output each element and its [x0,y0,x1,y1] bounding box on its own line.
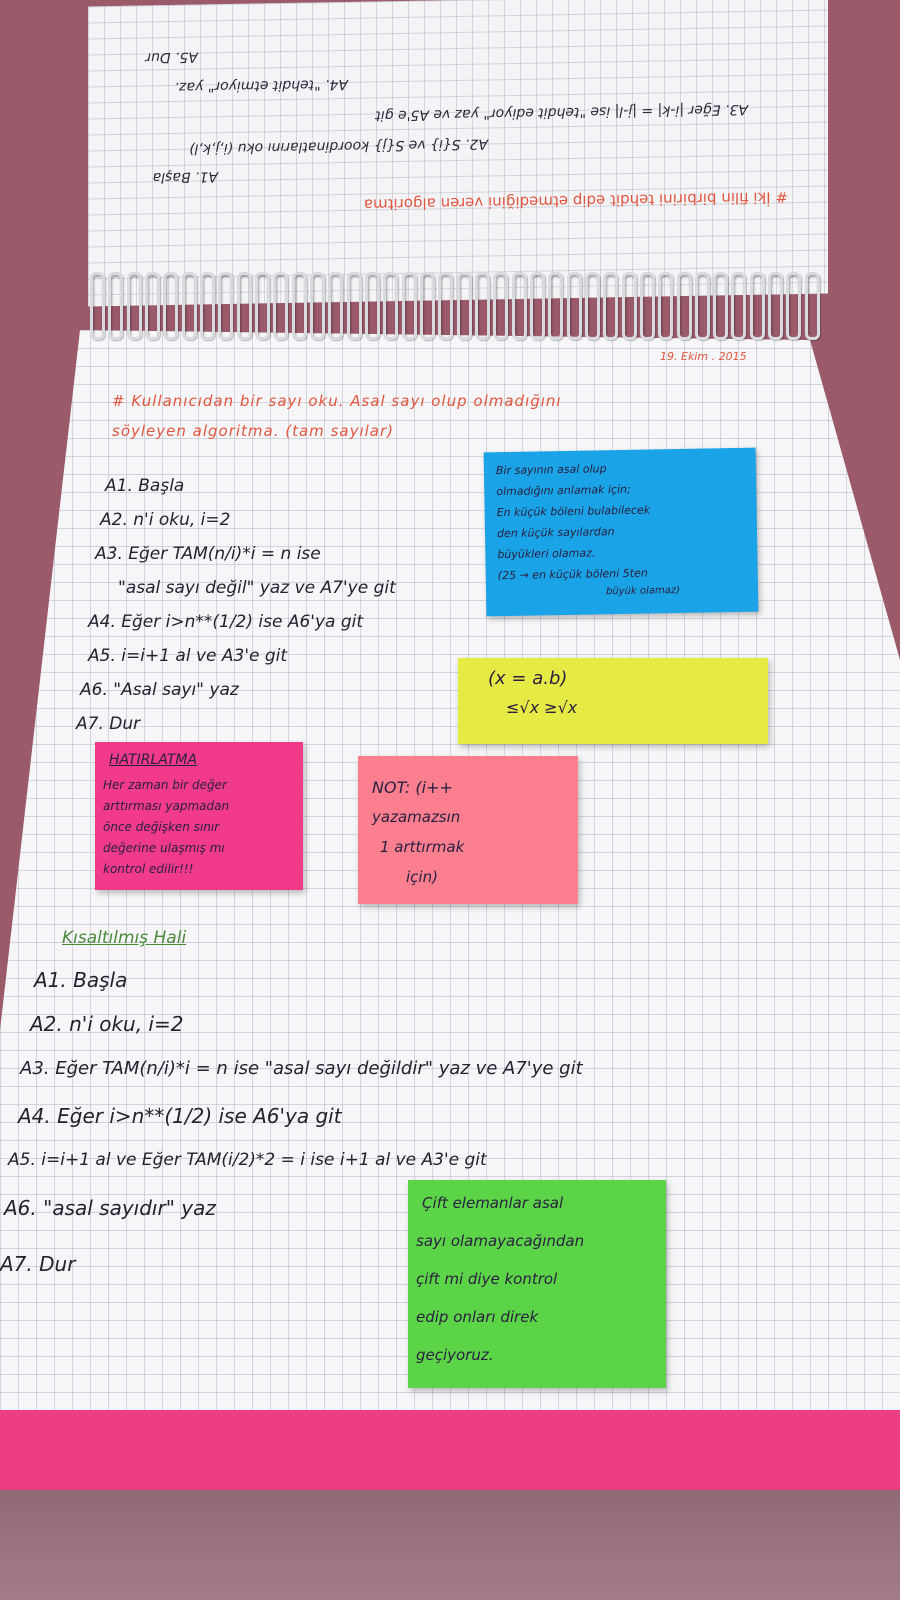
algo2-step-6: A6. "asal sayıdır" yaz [4,1196,216,1220]
heading-line-2: söyleyen algoritma. (tam sayılar) [112,422,394,440]
spiral-ring [603,272,619,340]
blue-note-line: (25 → en küçük böleni 5ten [497,566,648,583]
spiral-ring [309,272,325,340]
algo1-step-6: A6. "Asal sayı" yaz [80,680,239,700]
background-fabric [0,1490,900,1600]
green-sticky-note: Çift elemanlar asal sayı olamayacağından… [408,1180,666,1388]
yellow-note-line-1: (x = a.b) [488,668,568,689]
salmon-note-line: yazamazsın [372,808,461,826]
spiral-ring [511,272,527,340]
spiral-ring [328,272,344,340]
date-label: 19. Ekim . 2015 [660,350,747,363]
spiral-ring [236,272,252,340]
blue-sticky-note: Bir sayının asal olup olmadığını anlamak… [483,447,759,617]
pink-note-line: arttırması yapmadan [103,799,230,813]
spiral-ring [199,272,215,340]
upside-down-content: # İki filin birbirini tehdit edip etmedi… [88,0,828,306]
pink-note-line: Her zaman bir değer [103,778,227,792]
spiral-ring [419,272,435,340]
spiral-ring [163,272,179,340]
upper-line-2: A2. S{i} ve S{j} koordinatlarını oku (i,… [189,135,488,157]
pink-note-line: önce değişken sınır [103,820,220,834]
blue-note-line: den küçük sayılardan [496,525,615,541]
spiral-ring [749,272,765,340]
spiral-ring [529,272,545,340]
spiral-ring [548,272,564,340]
notebook-cover-band [0,1410,900,1490]
upper-line-3: A3. Eğer |i-k| = |j-l| ise "tehdit ediyo… [375,100,748,124]
spiral-ring [658,272,674,340]
spiral-ring [144,272,160,340]
spiral-ring [401,272,417,340]
spiral-ring [768,272,784,340]
spiral-ring [364,272,380,340]
blue-note-line: büyük olamaz) [605,584,681,598]
spiral-ring [676,272,692,340]
spiral-ring [126,272,142,340]
blue-note-line: Bir sayının asal olup [495,462,607,478]
heading-line-1: # Kullanıcıdan bir sayı oku. Asal sayı o… [112,392,562,410]
spiral-ring [383,272,399,340]
upper-page-title: # İki filin birbirini tehdit edip etmedi… [363,188,788,214]
yellow-sticky-note: (x = a.b) ≤√x ≥√x [458,658,768,744]
pink-note-line: değerine ulaşmış mı [103,841,225,855]
salmon-note-line: için) [406,868,438,886]
upper-line-5: A5. Dur [145,48,198,66]
upper-line-1: A1. Başla [152,168,218,186]
spiral-ring [731,272,747,340]
green-note-line: Çift elemanlar asal [422,1194,564,1212]
algo2-step-1: A1. Başla [34,968,128,992]
algo2-step-7: A7. Dur [0,1252,76,1276]
green-note-line: geçiyoruz. [416,1346,494,1364]
spiral-ring [584,272,600,340]
spiral-ring [694,272,710,340]
green-note-line: çift mi diye kontrol [416,1270,558,1288]
algo1-step-3: A3. Eğer TAM(n/i)*i = n ise [95,544,321,564]
spiral-ring [713,272,729,340]
spiral-binding [80,272,830,342]
spiral-ring [474,272,490,340]
spiral-ring [786,272,802,340]
pink-sticky-note: HATIRLATMA Her zaman bir değer arttırmas… [95,742,303,890]
spiral-ring [346,272,362,340]
algo1-step-4: A4. Eğer i>n**(1/2) ise A6'ya git [88,612,364,632]
spiral-ring [181,272,197,340]
salmon-note-line: 1 arttırmak [380,838,465,856]
algo2-step-2: A2. n'i oku, i=2 [30,1012,184,1036]
spiral-ring [218,272,234,340]
spiral-ring [566,272,582,340]
spiral-ring [438,272,454,340]
algo2-step-5: A5. i=i+1 al ve Eğer TAM(i/2)*2 = i ise … [8,1150,487,1170]
pink-note-line: kontrol edilir!!! [103,862,194,876]
salmon-note-line: NOT: (i++ [372,778,453,797]
algo1-step-2: A2. n'i oku, i=2 [100,510,231,530]
spiral-ring [804,272,820,340]
algo1-step-5: A5. i=i+1 al ve A3'e git [88,646,288,666]
spiral-ring [291,272,307,340]
spiral-ring [456,272,472,340]
short-version-title: Kısaltılmış Hali [62,928,187,948]
green-note-line: edip onları direk [416,1308,539,1326]
pink-note-title: HATIRLATMA [109,752,198,768]
algo2-step-4: A4. Eğer i>n**(1/2) ise A6'ya git [18,1104,342,1128]
blue-note-line: olmadığını anlamak için; [496,482,631,499]
salmon-sticky-note: NOT: (i++ yazamazsın 1 arttırmak için) [358,756,578,904]
spiral-ring [90,272,105,340]
spiral-ring [493,272,509,340]
algo1-step-1: A1. Başla [105,476,185,496]
spiral-ring [621,272,637,340]
yellow-note-line-2: ≤√x ≥√x [506,698,578,717]
algo1-step-3b: "asal sayı değil" yaz ve A7'ye git [118,578,396,598]
upper-notebook-page: # İki filin birbirini tehdit edip etmedi… [88,0,828,307]
blue-note-line: En küçük böleni bulabilecek [496,503,651,520]
spiral-ring [254,272,270,340]
green-note-line: sayı olamayacağından [416,1232,585,1250]
spiral-ring [639,272,655,340]
upper-line-4: A4. "tehdit etmiyor" yaz. [174,75,348,95]
spiral-ring [108,272,124,340]
algo1-step-7: A7. Dur [76,714,141,734]
spiral-ring [273,272,289,340]
algo2-step-3: A3. Eğer TAM(n/i)*i = n ise "asal sayı d… [20,1058,583,1079]
blue-note-line: büyükleri olamaz. [497,546,596,562]
